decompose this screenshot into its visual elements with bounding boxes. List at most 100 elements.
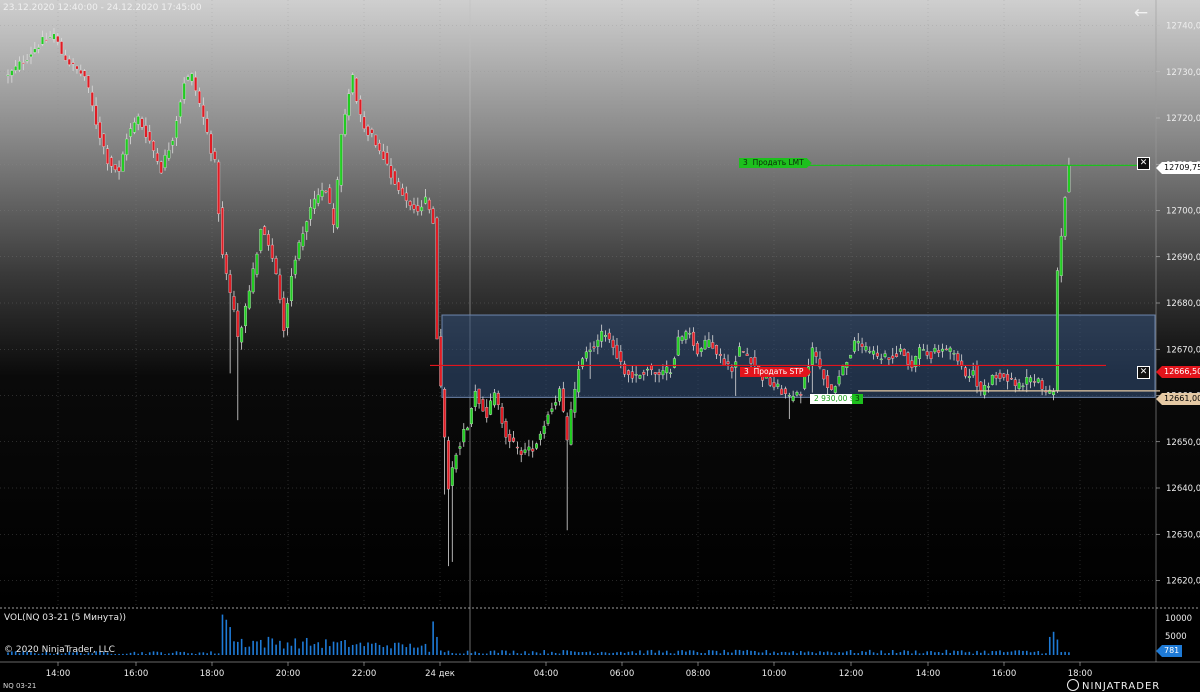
candle-body[interactable] [661,370,665,376]
candle-body[interactable] [404,192,408,201]
candle-body[interactable] [423,196,427,204]
candle-body[interactable] [680,336,684,341]
candle-body[interactable] [741,351,745,353]
instrument-tab[interactable]: NQ 03-21 [3,682,36,690]
candle-body[interactable] [535,443,539,449]
candle-body[interactable] [109,157,113,167]
candle-body[interactable] [201,104,205,118]
candle-body[interactable] [351,74,355,93]
candle-body[interactable] [630,371,634,379]
candle-body[interactable] [550,408,554,412]
candle-body[interactable] [902,349,906,356]
candle-body[interactable] [941,348,944,352]
candle-body[interactable] [554,402,558,406]
candle-body[interactable] [339,134,343,186]
candle-body[interactable] [90,92,94,106]
candle-body[interactable] [596,339,600,347]
candle-body[interactable] [362,116,366,129]
candle-body[interactable] [144,125,148,138]
candle-body[interactable] [695,343,699,355]
candle-body[interactable] [898,348,902,352]
candle-body[interactable] [443,389,447,438]
candle-body[interactable] [852,340,856,352]
candle-body[interactable] [48,36,52,38]
candle-body[interactable] [676,336,680,356]
candle-body[interactable] [508,434,512,442]
candle-body[interactable] [324,190,328,193]
candle-body[interactable] [653,372,657,375]
candle-body[interactable] [1040,380,1044,390]
candle-body[interactable] [646,368,650,371]
candle-body[interactable] [944,348,948,351]
candle-body[interactable] [132,122,136,133]
candle-body[interactable] [561,388,565,412]
candle-body[interactable] [929,351,933,359]
candle-body[interactable] [492,392,496,406]
candle-body[interactable] [703,340,707,350]
candle-body[interactable] [730,366,734,372]
candle-body[interactable] [979,381,983,392]
candle-body[interactable] [948,347,952,352]
candle-body[interactable] [1021,385,1025,388]
candle-body[interactable] [469,408,473,425]
candle-body[interactable] [152,141,156,151]
candle-body[interactable] [933,347,937,353]
candle-body[interactable] [18,61,21,71]
candle-body[interactable] [251,268,255,293]
candle-body[interactable] [14,65,18,71]
candle-body[interactable] [856,340,860,344]
candle-body[interactable] [67,58,71,65]
candle-body[interactable] [171,140,175,146]
candle-body[interactable] [538,433,542,440]
candle-body[interactable] [983,385,987,396]
candle-body[interactable] [604,335,607,337]
candle-body[interactable] [1032,381,1036,383]
candle-body[interactable] [883,353,887,357]
candle-body[interactable] [1013,379,1017,386]
candle-body[interactable] [799,394,803,396]
candle-body[interactable] [37,47,41,50]
sell-stop-order-tag[interactable]: 3 Продать STP [740,367,811,377]
candle-body[interactable] [427,199,431,210]
candle-body[interactable] [768,377,772,386]
candle-body[interactable] [504,420,508,438]
candle-body[interactable] [860,343,864,347]
candle-body[interactable] [1009,378,1013,380]
candle-body[interactable] [584,351,588,359]
candle-body[interactable] [355,77,359,102]
candle-body[interactable] [1063,197,1067,237]
candle-body[interactable] [512,437,516,442]
candle-body[interactable] [477,388,481,404]
candle-body[interactable] [374,134,378,146]
candle-body[interactable] [293,259,297,275]
back-arrow-icon[interactable]: ← [1131,3,1151,23]
candle-body[interactable] [259,229,263,251]
candle-body[interactable] [638,375,642,379]
candle-body[interactable] [921,349,925,351]
candle-body[interactable] [381,151,385,160]
candle-body[interactable] [600,330,604,342]
candle-body[interactable] [282,297,286,331]
candle-body[interactable] [711,342,715,349]
candle-body[interactable] [573,389,577,413]
candle-body[interactable] [182,82,186,100]
candle-body[interactable] [328,187,332,204]
candle-body[interactable] [316,194,320,204]
candle-body[interactable] [481,399,485,412]
candle-body[interactable] [841,365,845,376]
candle-body[interactable] [531,448,535,452]
candle-body[interactable] [784,388,787,394]
candle-body[interactable] [611,339,615,348]
candle-body[interactable] [688,333,692,335]
candle-body[interactable] [795,392,799,396]
candle-body[interactable] [439,336,443,387]
candle-body[interactable] [140,118,144,128]
candle-body[interactable] [814,351,818,357]
highlight-zone-rect[interactable] [441,314,1156,398]
candle-body[interactable] [592,346,596,349]
candle-body[interactable] [864,346,868,351]
candle-body[interactable] [393,170,397,185]
candle-body[interactable] [975,365,979,387]
candle-body[interactable] [546,414,550,424]
candle-body[interactable] [209,133,213,154]
